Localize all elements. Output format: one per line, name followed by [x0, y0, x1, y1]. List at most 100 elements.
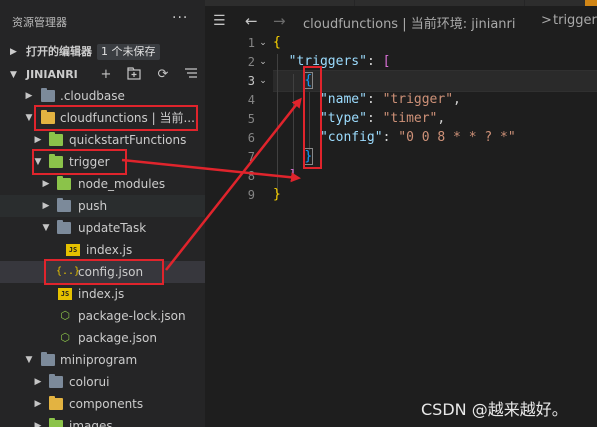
tree-folder-components[interactable]: ▶ components: [0, 393, 205, 415]
open-editors-label: 打开的编辑器: [26, 45, 92, 58]
tree-folder-cloudbase[interactable]: ▶ .cloudbase: [0, 85, 205, 107]
node-folder-icon: [57, 176, 71, 190]
code-token: :: [366, 92, 383, 107]
code-token: :: [366, 111, 383, 126]
project-section[interactable]: ▼ JINIANRI + ⟳: [0, 64, 205, 86]
cloud-folder-icon: [49, 154, 63, 168]
tree-file-package-lock-json[interactable]: ⬡ package-lock.json: [0, 305, 205, 327]
code-token: :: [366, 54, 383, 69]
folder-icon: [49, 396, 63, 410]
tree-file-config-json[interactable]: {..} config.json: [0, 261, 205, 283]
breadcrumb: ☰ ← → cloudfunctions | 当前环境: jinianri > …: [205, 10, 597, 34]
folder-icon: [57, 198, 71, 212]
breadcrumb-segment[interactable]: trigger: [553, 13, 597, 28]
tree-label: index.js: [86, 243, 133, 257]
code-token: :: [382, 130, 399, 145]
tree-label: config.json: [78, 265, 144, 279]
code-token: "trigger": [382, 92, 454, 107]
tree-folder-quickstartfunctions[interactable]: ▶ quickstartFunctions: [0, 129, 205, 151]
tree-label: miniprogram: [60, 353, 138, 367]
tree-folder-trigger[interactable]: ▼ trigger: [0, 151, 205, 173]
chevron-right-icon: ▶: [34, 421, 42, 427]
refresh-icon[interactable]: ⟳: [155, 67, 171, 83]
chevron-right-icon: ▶: [42, 179, 50, 189]
code-token: "0 0 8 * * ? *": [398, 130, 516, 145]
breadcrumb-separator: >: [541, 13, 552, 28]
code-token: }: [273, 187, 281, 202]
tree-file-package-json[interactable]: ⬡ package.json: [0, 327, 205, 349]
folder-icon: [41, 88, 55, 102]
explorer-sidebar: 资源管理器 ··· ▶ 打开的编辑器 1 个未保存 ▼ JINIANRI + ⟳…: [0, 0, 205, 427]
editor-tab[interactable]: [205, 0, 355, 6]
more-actions-icon[interactable]: ···: [172, 10, 188, 26]
explorer-title: 资源管理器: [12, 16, 67, 29]
chevron-right-icon: ▶: [34, 399, 42, 409]
editor-tab-modified[interactable]: [585, 0, 597, 6]
arrow-right-icon[interactable]: →: [273, 12, 286, 30]
tree-label: package.json: [78, 331, 158, 345]
folder-icon: [49, 418, 63, 427]
list-icon[interactable]: ☰: [213, 13, 226, 29]
code-token: ]: [288, 168, 297, 183]
open-editors-section[interactable]: ▶ 打开的编辑器 1 个未保存: [0, 41, 205, 63]
code-token: "triggers": [288, 54, 367, 69]
tree-folder-updatetask[interactable]: ▼ updateTask: [0, 217, 205, 239]
tree-label: node_modules: [78, 177, 166, 191]
tree-label: colorui: [69, 375, 110, 389]
editor-tab[interactable]: [355, 0, 525, 6]
chevron-down-icon: ▼: [25, 355, 33, 365]
tree-label: images: [69, 419, 113, 427]
chevron-right-icon: ▶: [42, 201, 50, 211]
project-label: JINIANRI: [26, 68, 78, 81]
tree-folder-miniprogram[interactable]: ▼ miniprogram: [0, 349, 205, 371]
arrow-left-icon[interactable]: ←: [245, 12, 258, 30]
tree-file-index-js[interactable]: JS index.js: [0, 283, 205, 305]
tree-label: trigger: [69, 155, 110, 169]
unsaved-badge: 1 个未保存: [97, 44, 160, 60]
folder-icon: [57, 220, 71, 234]
tree-label: push: [78, 199, 108, 213]
tree-label: cloudfunctions | 当前...: [60, 111, 195, 125]
fold-chevron-icon[interactable]: ⌄: [257, 70, 269, 92]
node-package-icon: ⬡: [60, 309, 70, 322]
chevron-right-icon: ▶: [25, 91, 33, 101]
code-token: ,: [453, 92, 461, 107]
tree-label: .cloudbase: [60, 89, 125, 103]
js-file-icon: JS: [58, 288, 72, 300]
tree-label: updateTask: [78, 221, 147, 235]
json-file-icon: {..}: [56, 266, 81, 277]
tree-file-updatetask-index-js[interactable]: JS index.js: [0, 239, 205, 261]
editor-pane: ☰ ← → cloudfunctions | 当前环境: jinianri > …: [205, 0, 597, 427]
chevron-right-icon: ▶: [34, 377, 42, 387]
js-file-icon: JS: [66, 244, 80, 256]
tree-folder-cloudfunctions[interactable]: ▼ cloudfunctions | 当前...: [0, 107, 205, 129]
code-token: {: [303, 72, 314, 89]
tree-label: package-lock.json: [78, 309, 186, 323]
code-token: "timer": [382, 111, 438, 126]
code-token: }: [303, 148, 314, 165]
tree-folder-colorui[interactable]: ▶ colorui: [0, 371, 205, 393]
chevron-right-icon: ▶: [10, 47, 17, 57]
line-number: 9: [247, 188, 255, 202]
node-package-icon: ⬡: [60, 331, 70, 344]
tree-label: quickstartFunctions: [69, 133, 187, 147]
chevron-down-icon: ▼: [42, 223, 50, 233]
tab-bar: [205, 0, 597, 6]
code-token: "name": [319, 92, 367, 107]
breadcrumb-segment[interactable]: cloudfunctions | 当前环境: jinianri: [303, 13, 515, 32]
tree-folder-push[interactable]: ▶ push: [0, 195, 205, 217]
collapse-all-icon[interactable]: [183, 67, 199, 83]
folder-icon: [41, 352, 55, 366]
code-line[interactable]: }: [273, 184, 281, 206]
chevron-down-icon: ▼: [34, 157, 42, 167]
chevron-down-icon: ▼: [25, 113, 33, 123]
new-file-icon[interactable]: +: [98, 67, 114, 83]
chevron-right-icon: ▶: [34, 135, 42, 145]
tree-folder-images[interactable]: ▶ images: [0, 415, 205, 427]
tree-folder-node-modules[interactable]: ▶ node_modules: [0, 173, 205, 195]
chevron-down-icon: ▼: [10, 70, 17, 80]
watermark: CSDN @越来越好。: [421, 400, 568, 419]
new-folder-icon[interactable]: [126, 67, 142, 83]
code-token: {: [273, 35, 281, 50]
code-token: [: [382, 54, 391, 69]
